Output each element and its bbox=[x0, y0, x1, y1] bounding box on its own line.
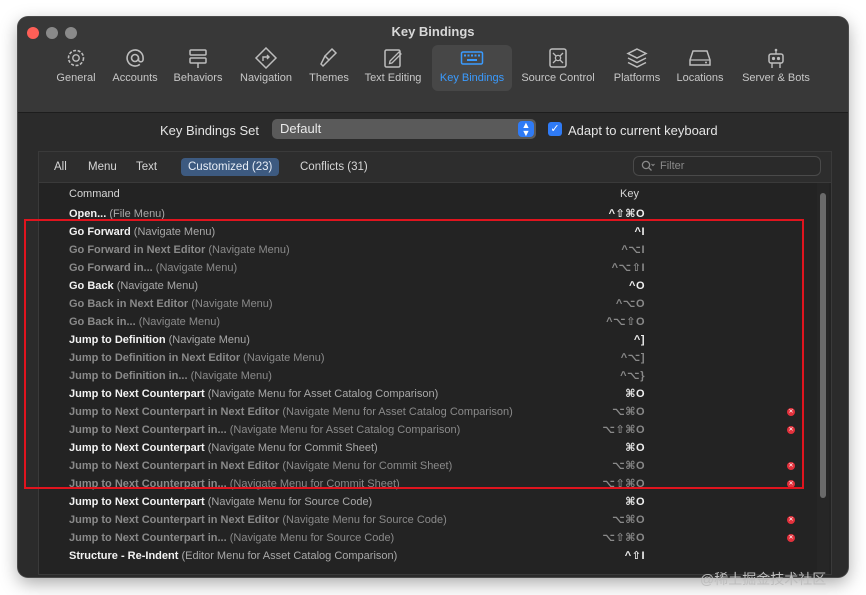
command-name: Jump to Next Counterpart in Next Editor bbox=[69, 514, 280, 526]
toolbar-text-editing[interactable]: Text Editing bbox=[360, 45, 426, 91]
search-icon bbox=[641, 160, 655, 171]
column-header-key[interactable]: Key bbox=[620, 188, 639, 200]
keyboard-icon bbox=[460, 51, 484, 65]
toolbar-platforms[interactable]: Platforms bbox=[606, 45, 668, 91]
filter-tab-all[interactable]: All bbox=[47, 158, 74, 176]
toolbar-label: Platforms bbox=[613, 72, 661, 84]
toolbar-general[interactable]: General bbox=[52, 45, 100, 91]
toolbar-label: Themes bbox=[309, 72, 349, 84]
scrollbar-thumb[interactable] bbox=[820, 193, 826, 498]
paintbrush-icon bbox=[320, 47, 338, 68]
table-row[interactable]: Jump to Next Counterpart (Navigate Menu … bbox=[39, 493, 815, 511]
table-row[interactable]: Jump to Next Counterpart in... (Navigate… bbox=[39, 529, 815, 547]
toolbar-navigation[interactable]: Navigation bbox=[234, 45, 298, 91]
adapt-keyboard-checkbox[interactable]: ✓ bbox=[548, 122, 562, 136]
at-sign-icon bbox=[126, 49, 144, 67]
toolbar-key-bindings[interactable]: Key Bindings bbox=[432, 45, 512, 91]
toolbar-source-control[interactable]: Source Control bbox=[516, 45, 600, 91]
key-bindings-set-value: Default bbox=[280, 121, 322, 136]
command-cell: Structure - Re-Indent (Editor Menu for A… bbox=[69, 547, 397, 565]
conflict-icon: ✕ bbox=[787, 516, 795, 524]
conflict-icon: ✕ bbox=[787, 534, 795, 542]
chevron-updown-icon: ▲ ▼ bbox=[518, 121, 534, 138]
toolbar-behaviors[interactable]: Behaviors bbox=[170, 45, 226, 91]
robot-icon bbox=[768, 48, 784, 68]
command-context: (Editor Menu for Asset Catalog Compariso… bbox=[181, 550, 398, 562]
disk-icon bbox=[689, 50, 711, 66]
toolbar-label: Accounts bbox=[112, 72, 158, 84]
gear-icon bbox=[67, 49, 85, 67]
command-context: (Navigate Menu for Source Code) bbox=[282, 514, 447, 526]
table-header: Command Key bbox=[39, 183, 815, 205]
toolbar-label: Locations bbox=[676, 72, 724, 84]
command-name: Structure - Re-Indent bbox=[69, 550, 179, 562]
text-editing-icon bbox=[384, 49, 402, 68]
key-cell[interactable]: ⌘O bbox=[559, 493, 645, 511]
filter-tab-text[interactable]: Text bbox=[129, 158, 164, 176]
source-control-icon bbox=[549, 48, 567, 68]
toolbar-label: Navigation bbox=[240, 72, 292, 84]
filter-tab-conflicts[interactable]: Conflicts (31) bbox=[293, 158, 375, 176]
command-cell: Jump to Next Counterpart in... (Navigate… bbox=[69, 529, 394, 547]
toolbar-label: Key Bindings bbox=[439, 72, 505, 84]
toolbar-label: Text Editing bbox=[364, 72, 422, 84]
command-context: (Navigate Menu for Source Code) bbox=[207, 496, 373, 508]
stack-icon bbox=[626, 48, 648, 68]
command-name: Jump to Next Counterpart in... bbox=[69, 532, 227, 544]
key-cell[interactable]: ⌥⇧⌘O bbox=[559, 529, 645, 547]
filter-search-field[interactable]: Filter bbox=[633, 156, 821, 176]
filter-tab-customized[interactable]: Customized (23) bbox=[181, 158, 280, 176]
window-title: Key Bindings bbox=[391, 24, 475, 39]
title-bar: Key Bindings General Accounts Behaviors bbox=[18, 17, 848, 113]
table-row[interactable]: Structure - Re-Indent (Editor Menu for A… bbox=[39, 547, 815, 565]
command-name: Jump to Next Counterpart bbox=[69, 496, 205, 508]
toolbar-label: Source Control bbox=[521, 72, 595, 84]
watermark-text: @稀土掘金技术社区 bbox=[700, 571, 827, 587]
annotation-highlight-box bbox=[24, 219, 804, 489]
key-cell[interactable]: ^⇧I bbox=[559, 547, 645, 565]
column-header-command[interactable]: Command bbox=[69, 188, 120, 200]
search-placeholder: Filter bbox=[660, 160, 685, 172]
toolbar-label: Server & Bots bbox=[742, 72, 810, 84]
toolbar-themes[interactable]: Themes bbox=[304, 45, 354, 91]
command-cell: Jump to Next Counterpart (Navigate Menu … bbox=[69, 493, 372, 511]
filter-tab-menu[interactable]: Menu bbox=[81, 158, 124, 176]
toolbar-label: Behaviors bbox=[173, 72, 223, 84]
filter-bar: All Menu Text Customized (23) Conflicts … bbox=[39, 152, 831, 183]
key-cell[interactable]: ⌥⌘O bbox=[559, 511, 645, 529]
toolbar-server-bots[interactable]: Server & Bots bbox=[734, 45, 818, 91]
key-bindings-set-label: Key Bindings Set bbox=[160, 123, 260, 138]
command-context: (Navigate Menu for Source Code) bbox=[229, 532, 395, 544]
navigation-icon bbox=[254, 47, 278, 69]
behaviors-icon bbox=[189, 49, 207, 68]
key-bindings-set-select[interactable]: Default ▲ ▼ bbox=[272, 119, 536, 139]
command-cell: Jump to Next Counterpart in Next Editor … bbox=[69, 511, 447, 529]
toolbar-locations[interactable]: Locations bbox=[672, 45, 728, 91]
table-row[interactable]: Jump to Next Counterpart in Next Editor … bbox=[39, 511, 815, 529]
toolbar-label: General bbox=[56, 72, 96, 84]
toolbar-accounts[interactable]: Accounts bbox=[108, 45, 162, 91]
vertical-scrollbar[interactable] bbox=[817, 183, 829, 574]
adapt-keyboard-label: Adapt to current keyboard bbox=[568, 123, 718, 138]
